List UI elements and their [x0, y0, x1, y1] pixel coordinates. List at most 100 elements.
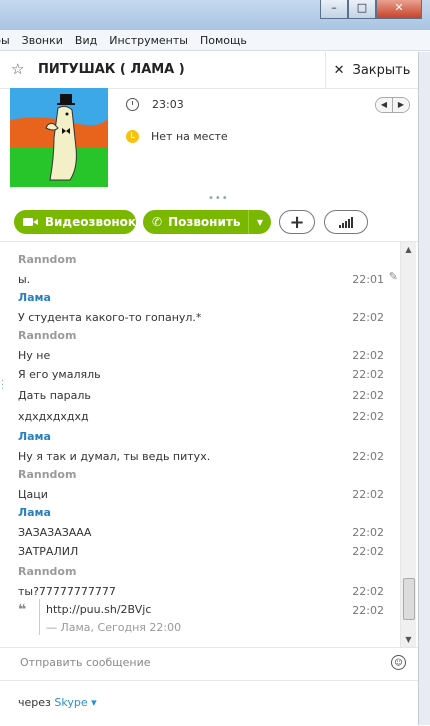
message-text: У студента какого-то гопанул.* [18, 311, 202, 324]
close-conversation-button[interactable]: ✕ Закрыть [325, 52, 418, 88]
message-sender-row: Лама [0, 426, 400, 445]
message-text: ЗАТРАЛИЛ [18, 545, 79, 558]
message-sender[interactable]: Ranndom [18, 329, 76, 342]
video-call-label: Видеозвонок [44, 215, 136, 229]
scroll-thumb[interactable] [403, 578, 415, 620]
message-time: 22:02 [352, 389, 384, 402]
message-text: Я его умаляль [18, 368, 101, 381]
message-text: хдхдхдхдхд [18, 410, 89, 423]
plus-icon: + [289, 211, 305, 233]
add-participants-button[interactable]: + [279, 210, 315, 234]
window-edge [418, 52, 430, 725]
edit-pencil-icon[interactable]: ✎ [389, 270, 398, 283]
footer: через Skype ▾ [0, 680, 418, 726]
message-time: 22:02 [352, 526, 384, 539]
message-sender-row: Ranndom [0, 464, 400, 483]
action-bar: Видеозвонок ✆ Позвонить ▼ + [0, 205, 418, 242]
profile-nav: ◀ ▶ [375, 97, 410, 113]
scroll-up-icon[interactable]: ▲ [401, 242, 416, 257]
close-window-button[interactable]: ✕ [376, 0, 422, 19]
menu-item[interactable]: ры [0, 34, 10, 47]
local-time-row: 23:03 [126, 98, 184, 111]
message-row: Цаци 22:02 [0, 483, 400, 502]
menu-item-tools[interactable]: Инструменты [109, 34, 188, 47]
message-row: ты?77777777777 22:02 [0, 580, 400, 599]
message-row: У студента какого-то гопанул.* 22:02 [0, 306, 400, 325]
away-status-icon [126, 130, 139, 143]
contact-header: ☆ ПИТУШАК ( ЛАМА ) ✕ Закрыть [0, 52, 418, 89]
message-row: Я его умаляль 22:02 [0, 363, 400, 384]
emoticon-icon[interactable]: ☺ [391, 655, 406, 670]
message-sender-row: Лама [0, 502, 400, 521]
maximize-button[interactable]: □ [348, 0, 376, 19]
message-text: ЗАЗАЗАЗААА [18, 526, 92, 539]
chat-history: Ranndom ы. 22:01 ✎ Лама У студента какого-то … [0, 242, 400, 647]
message-row: ЗАТРАЛИЛ 22:02 [0, 540, 400, 561]
service-name: Skype [54, 696, 88, 709]
message-time: 22:02 [352, 545, 384, 558]
next-arrow-icon[interactable]: ▶ [393, 98, 409, 112]
message-row: хдхдхдхдхд 22:02 [0, 405, 400, 426]
message-sender-row: Ranndom [0, 325, 400, 344]
call-button[interactable]: ✆ Позвонить ▼ [143, 210, 271, 234]
message-sender-row: Ranndom [0, 249, 400, 268]
menu-item-calls[interactable]: Звонки [22, 34, 63, 47]
message-sender[interactable]: Лама [18, 291, 51, 304]
message-sender-row: Лама [0, 287, 400, 306]
message-input[interactable] [18, 655, 372, 670]
message-sender[interactable]: Ranndom [18, 468, 76, 481]
message-text: Дать параль [18, 389, 91, 402]
message-text: ты?77777777777 [18, 585, 116, 598]
message-time: 22:02 [352, 311, 384, 324]
message-sender[interactable]: Ranndom [18, 565, 76, 578]
service-selector[interactable]: Skype ▾ [54, 696, 96, 709]
message-text: Ну я так и думал, ты ведь питух. [18, 450, 211, 463]
via-label: через Skype ▾ [18, 696, 97, 709]
video-call-button[interactable]: Видеозвонок [14, 210, 136, 234]
signal-bars-icon [338, 216, 354, 228]
clock-icon [126, 98, 139, 111]
phone-icon: ✆ [152, 215, 163, 229]
menu-bar: ры Звонки Вид Инструменты Помощь [0, 30, 430, 51]
quote-link[interactable]: http://puu.sh/2BVjc [46, 603, 151, 616]
message-row: Дать параль 22:02 [0, 384, 400, 405]
message-text: Ну не [18, 349, 51, 362]
quote-source: — Лама, Сегодня 22:00 [46, 621, 182, 634]
message-time: 22:02 [352, 368, 384, 381]
message-time: 22:02 [352, 349, 384, 362]
message-text: Цаци [18, 488, 48, 501]
resize-grip-icon[interactable]: ••• [208, 193, 229, 204]
call-dropdown-icon[interactable]: ▼ [248, 210, 271, 234]
prev-arrow-icon[interactable]: ◀ [376, 98, 393, 112]
message-time: 22:02 [352, 450, 384, 463]
call-quality-button[interactable] [324, 210, 368, 234]
window-titlebar: – □ ✕ [0, 0, 430, 30]
star-icon[interactable]: ☆ [11, 60, 24, 78]
window-controls: – □ ✕ [320, 0, 422, 19]
message-row: Ну не 22:02 [0, 344, 400, 363]
call-label: Позвонить [168, 215, 241, 229]
quote-icon: ❝ [18, 602, 27, 618]
avatar[interactable] [10, 88, 108, 187]
message-sender[interactable]: Ranndom [18, 253, 76, 266]
minimize-button[interactable]: – [320, 0, 348, 19]
message-text: ы. [18, 273, 31, 286]
message-time: 22:01 [352, 273, 384, 286]
contact-name: ПИТУШАК ( ЛАМА ) [38, 62, 185, 77]
menu-item-help[interactable]: Помощь [200, 34, 247, 47]
chat-scrollbar[interactable]: ▲ ▼ [400, 242, 416, 647]
menu-item-view[interactable]: Вид [75, 34, 97, 47]
message-time: 22:02 [352, 410, 384, 423]
local-time: 23:03 [152, 98, 184, 111]
close-icon: ✕ [333, 62, 345, 78]
message-row: ы. 22:01 ✎ [0, 268, 400, 287]
close-label: Закрыть [352, 62, 411, 78]
via-text: через [18, 696, 51, 709]
quote-bar [39, 599, 40, 635]
message-sender[interactable]: Лама [18, 506, 51, 519]
message-time: 22:02 [352, 488, 384, 501]
message-row: Ну я так и думал, ты ведь питух. 22:02 [0, 445, 400, 464]
scroll-down-icon[interactable]: ▼ [401, 632, 416, 647]
quoted-message-row: ❝ http://puu.sh/2BVjc — Лама, Сегодня 22:0… [0, 599, 400, 639]
message-sender[interactable]: Лама [18, 430, 51, 443]
